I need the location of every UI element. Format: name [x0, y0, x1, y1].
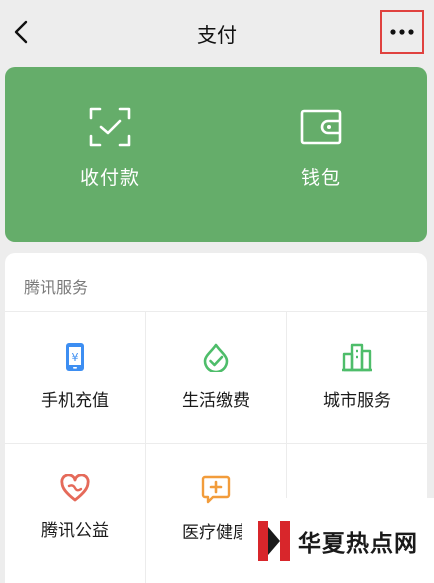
wallet-button[interactable]: 钱包	[221, 107, 421, 190]
watermark: 华夏热点网	[242, 498, 434, 583]
city-buildings-icon	[342, 343, 372, 372]
page-title: 支付	[197, 23, 237, 47]
scan-check-icon	[89, 107, 131, 147]
more-dots-icon	[390, 29, 414, 35]
top-bar: 支付	[0, 0, 434, 64]
service-utility-payment[interactable]: 生活缴费	[146, 312, 286, 444]
service-phone-recharge[interactable]: ¥ 手机充值	[5, 312, 145, 444]
receive-pay-label: 收付款	[79, 167, 140, 189]
utility-payment-icon	[203, 343, 229, 372]
wallet-label: 钱包	[300, 167, 341, 189]
service-city-services[interactable]: 城市服务	[287, 312, 427, 444]
receive-pay-button[interactable]: 收付款	[10, 107, 210, 190]
section-title: 腾讯服务	[24, 278, 89, 297]
medical-cross-icon	[201, 475, 231, 504]
more-options-button[interactable]	[380, 10, 424, 54]
service-charity[interactable]: 腾讯公益	[5, 444, 145, 576]
service-label: 手机充值	[41, 391, 109, 411]
phone-recharge-icon: ¥	[66, 343, 84, 371]
wallet-icon	[300, 109, 342, 145]
service-label: 城市服务	[323, 391, 391, 411]
svg-text:¥: ¥	[72, 351, 79, 364]
service-label: 生活缴费	[182, 391, 250, 411]
watermark-text: 华夏热点网	[298, 529, 418, 557]
service-label: 腾讯公益	[41, 521, 109, 541]
pay-panel: 收付款 钱包	[5, 67, 427, 242]
watermark-logo	[258, 520, 290, 561]
charity-heart-icon	[60, 474, 90, 502]
